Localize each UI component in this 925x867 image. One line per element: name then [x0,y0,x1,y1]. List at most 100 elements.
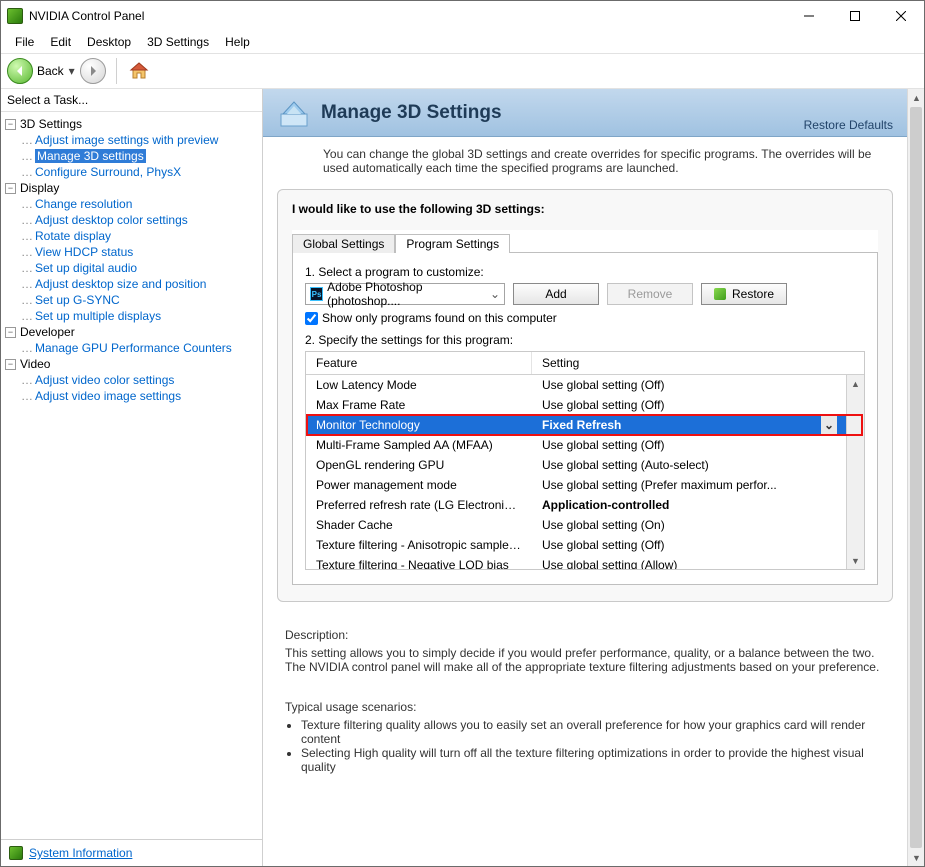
col-setting[interactable]: Setting [532,352,864,374]
tree-toggle-icon[interactable]: − [5,359,16,370]
sidebar-item-gpu-counters[interactable]: Manage GPU Performance Counters [35,341,232,355]
step2-label: 2. Specify the settings for this program… [305,333,865,347]
menu-edit[interactable]: Edit [42,33,79,51]
scroll-down-icon[interactable]: ▼ [908,849,925,866]
setting-feature: Preferred refresh rate (LG Electronics L… [306,498,532,512]
app-icon [7,8,23,24]
tree-group-display[interactable]: Display [20,181,59,195]
minimize-button[interactable] [786,1,832,31]
tree-group-video[interactable]: Video [20,357,50,371]
sidebar-item-gsync[interactable]: Set up G-SYNC [35,293,120,307]
scenario-item: Selecting High quality will turn off all… [301,746,885,774]
setting-value[interactable]: Use global setting (Off) [532,438,847,452]
menu-3d-settings[interactable]: 3D Settings [139,33,217,51]
sidebar-item-multiple-displays[interactable]: Set up multiple displays [35,309,161,323]
program-select[interactable]: Ps Adobe Photoshop (photoshop.... ⌄ [305,283,505,305]
task-tree: −3D Settings …Adjust image settings with… [1,112,262,839]
setting-row[interactable]: Max Frame RateUse global setting (Off) [306,395,864,415]
sidebar-item-adjust-desktop-color[interactable]: Adjust desktop color settings [35,213,188,227]
tab-program-settings[interactable]: Program Settings [395,234,510,253]
close-button[interactable] [878,1,924,31]
nvidia-icon [714,288,726,300]
page-title: Manage 3D Settings [321,102,794,124]
restore-defaults-link[interactable]: Restore Defaults [804,118,893,132]
setting-value[interactable]: Use global setting (On) [532,518,847,532]
chevron-down-icon: ⌄ [821,416,837,434]
show-only-checkbox[interactable] [305,312,318,325]
sidebar-item-view-hdcp[interactable]: View HDCP status [35,245,133,259]
sidebar-item-rotate-display[interactable]: Rotate display [35,229,111,243]
system-information-link[interactable]: System Information [29,846,132,860]
sidebar-item-digital-audio[interactable]: Set up digital audio [35,261,137,275]
intro-text: You can change the global 3D settings an… [263,137,907,183]
setting-feature: Texture filtering - Negative LOD bias [306,558,532,569]
setting-row[interactable]: Texture filtering - Anisotropic sample o… [306,535,864,555]
add-button[interactable]: Add [513,283,599,305]
col-feature[interactable]: Feature [306,352,532,374]
tree-toggle-icon[interactable]: − [5,119,16,130]
menu-file[interactable]: File [7,33,42,51]
sidebar-item-manage-3d[interactable]: Manage 3D settings [35,149,146,163]
menu-help[interactable]: Help [217,33,258,51]
setting-row[interactable]: Preferred refresh rate (LG Electronics L… [306,495,864,515]
tab-global-settings[interactable]: Global Settings [292,234,395,253]
setting-row[interactable]: OpenGL rendering GPUUse global setting (… [306,455,864,475]
setting-value[interactable]: Use global setting (Prefer maximum perfo… [532,478,847,492]
setting-row[interactable]: Power management modeUse global setting … [306,475,864,495]
photoshop-icon: Ps [310,287,323,301]
toolbar: Back ▾ [1,53,924,89]
back-button[interactable] [7,58,33,84]
window-title: NVIDIA Control Panel [29,9,786,23]
sidebar-item-adjust-image[interactable]: Adjust image settings with preview [35,133,218,147]
setting-value[interactable]: Use global setting (Off) [532,398,847,412]
setting-value[interactable]: Fixed Refresh⌄ [532,416,847,434]
setting-feature: Max Frame Rate [306,398,532,412]
maximize-button[interactable] [832,1,878,31]
setting-feature: Shader Cache [306,518,532,532]
sidebar-item-video-image[interactable]: Adjust video image settings [35,389,181,403]
setting-row[interactable]: Texture filtering - Negative LOD biasUse… [306,555,864,569]
nvidia-icon [9,846,23,860]
scroll-up-icon[interactable]: ▲ [847,375,864,392]
setting-value[interactable]: Application-controlled [532,498,847,512]
forward-button[interactable] [80,58,106,84]
setting-feature: Monitor Technology [306,418,532,432]
back-history-dropdown[interactable]: ▾ [68,64,76,78]
sidebar-item-desktop-size-position[interactable]: Adjust desktop size and position [35,277,206,291]
scrollbar-thumb[interactable] [910,107,922,848]
settings-list[interactable]: ▲ ▼ Low Latency ModeUse global setting (… [306,375,864,569]
setting-row[interactable]: Low Latency ModeUse global setting (Off) [306,375,864,395]
setting-feature: Low Latency Mode [306,378,532,392]
setting-value[interactable]: Use global setting (Allow) [532,558,847,569]
tree-toggle-icon[interactable]: − [5,183,16,194]
scenarios-label: Typical usage scenarios: [285,700,885,714]
tree-toggle-icon[interactable]: − [5,327,16,338]
step1-label: 1. Select a program to customize: [305,265,865,279]
tree-group-developer[interactable]: Developer [20,325,75,339]
main-scrollbar[interactable]: ▲ ▼ [907,89,924,866]
scroll-down-icon[interactable]: ▼ [847,552,864,569]
setting-row[interactable]: Monitor TechnologyFixed Refresh⌄ [306,415,864,435]
setting-value[interactable]: Use global setting (Off) [532,378,847,392]
restore-button[interactable]: Restore [701,283,787,305]
setting-row[interactable]: Multi-Frame Sampled AA (MFAA)Use global … [306,435,864,455]
setting-feature: Power management mode [306,478,532,492]
setting-value[interactable]: Use global setting (Off) [532,538,847,552]
remove-button: Remove [607,283,693,305]
setting-value[interactable]: Use global setting (Auto-select) [532,458,847,472]
sidebar-item-change-resolution[interactable]: Change resolution [35,197,132,211]
scroll-up-icon[interactable]: ▲ [908,89,925,106]
show-only-label: Show only programs found on this compute… [322,311,557,325]
menu-bar: File Edit Desktop 3D Settings Help [1,31,924,53]
description-text: This setting allows you to simply decide… [285,646,885,674]
sidebar-item-configure-surround[interactable]: Configure Surround, PhysX [35,165,181,179]
chevron-down-icon: ⌄ [490,287,500,301]
panel-lead: I would like to use the following 3D set… [292,202,878,216]
setting-row[interactable]: Shader CacheUse global setting (On) [306,515,864,535]
home-icon[interactable] [127,59,151,83]
setting-feature: Multi-Frame Sampled AA (MFAA) [306,438,532,452]
description-label: Description: [285,628,885,642]
tree-group-3d[interactable]: 3D Settings [20,117,82,131]
sidebar-item-video-color[interactable]: Adjust video color settings [35,373,174,387]
menu-desktop[interactable]: Desktop [79,33,139,51]
